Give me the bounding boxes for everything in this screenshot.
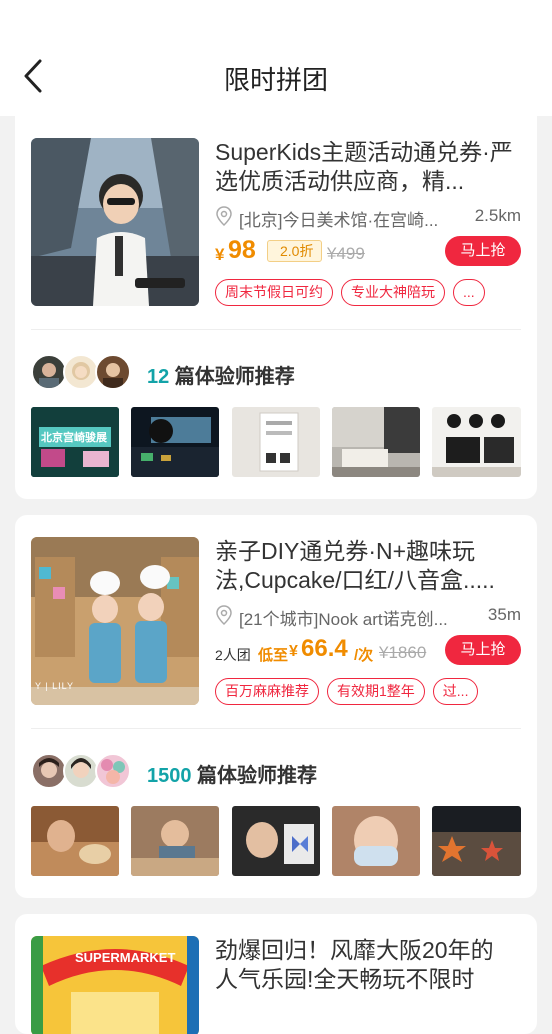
original-price: ¥1860 xyxy=(379,643,427,662)
location-text: [21个城市]Nook art诺克创... xyxy=(239,610,448,629)
review-photo[interactable] xyxy=(332,407,420,477)
avatar xyxy=(95,354,131,390)
review-photo[interactable] xyxy=(31,806,119,876)
location-text: [北京]今日美术馆·在宫崎... xyxy=(239,211,439,230)
recommendation-count: 12 xyxy=(147,366,170,388)
avatar xyxy=(63,753,99,789)
location-row: [21个城市]Nook art诺克创... 35m xyxy=(215,603,521,629)
low-label: 低至 xyxy=(258,647,289,664)
tag: 有效期1整年 xyxy=(327,678,425,705)
distance-text: 2.5km xyxy=(474,206,521,225)
review-photo[interactable] xyxy=(432,806,521,876)
nav-header: 限时拼团 xyxy=(0,0,552,116)
tag: 周末节假日可约 xyxy=(215,279,333,306)
divider xyxy=(31,329,521,330)
photo-strip: 北京宫崎骏展 xyxy=(31,407,521,477)
tag: 专业大神陪玩 xyxy=(341,279,445,306)
avatar-group xyxy=(31,753,135,789)
tag: 过... xyxy=(432,678,479,705)
tag: ... xyxy=(453,279,485,306)
page-title: 限时拼团 xyxy=(223,65,328,95)
recommendation-label: 篇体验师推荐 xyxy=(169,366,295,388)
review-photo[interactable] xyxy=(232,806,320,876)
price-row: ¥ 98 2.0折 ¥499 马上抢 xyxy=(215,236,521,270)
review-photo[interactable] xyxy=(131,407,219,477)
recommendation-text: 12 篇体验师推荐 xyxy=(147,360,295,389)
deal-thumbnail: Y | LILY xyxy=(31,537,199,705)
recommendation-text: 1500 篇体验师推荐 xyxy=(147,759,317,788)
avatar xyxy=(95,753,131,789)
price-value: 66.4 xyxy=(301,635,348,662)
location-pin-icon xyxy=(216,605,232,625)
review-photo[interactable] xyxy=(332,806,420,876)
photo-caption: 北京宫崎骏展 xyxy=(41,432,107,444)
recommendation-count: 1500 xyxy=(147,765,192,787)
buy-now-button[interactable]: 马上抢 xyxy=(445,236,521,266)
divider xyxy=(31,728,521,729)
group-label: 2人团 xyxy=(215,647,251,663)
discount-badge: 2.0折 xyxy=(267,240,323,262)
price-symbol: ¥ xyxy=(215,245,225,264)
review-photo[interactable]: 北京宫崎骏展 xyxy=(31,407,119,477)
tag-list: 百万麻麻推荐 有效期1整年 过... xyxy=(215,678,521,706)
deal-title: 亲子DIY通兑券·N+趣味玩法,Cupcake/口红/八音盒..... xyxy=(215,538,495,593)
deal-title: SuperKids主题活动通兑券·严选优质活动供应商，精... xyxy=(215,139,513,194)
deal-card[interactable]: SuperKids主题活动通兑券·严选优质活动供应商，精... [北京]今日美术… xyxy=(15,116,537,499)
deal-thumbnail xyxy=(31,138,199,306)
review-photo[interactable] xyxy=(432,407,521,477)
avatar xyxy=(31,354,67,390)
price-value: 98 xyxy=(228,236,256,264)
avatar xyxy=(31,753,67,789)
deal-title: 劲爆回归！风靡大阪20年的人气乐园!全天畅玩不限时 xyxy=(215,937,494,992)
avatar xyxy=(63,354,99,390)
deal-card[interactable]: Y | LILY 亲子DIY通兑券·N+趣味玩法,Cupcake/口红/八音盒.… xyxy=(15,515,537,898)
original-price: ¥499 xyxy=(327,244,365,263)
avatar-group xyxy=(31,354,135,390)
recommendation-label: 篇体验师推荐 xyxy=(191,765,318,787)
review-photo[interactable] xyxy=(232,407,320,477)
price-unit: /次 xyxy=(354,647,374,664)
location-row: [北京]今日美术馆·在宫崎... 2.5km xyxy=(215,204,521,230)
deal-thumbnail: SUPERMARKET xyxy=(31,936,199,1034)
tag-list: 周末节假日可约 专业大神陪玩... xyxy=(215,279,521,307)
tag: 百万麻麻推荐 xyxy=(215,678,319,705)
price-row: 2人团 低至 ¥ 66.4 /次 ¥1860 马上抢 xyxy=(215,635,521,669)
price-symbol: ¥ xyxy=(289,643,298,660)
distance-text: 35m xyxy=(487,605,521,624)
location-pin-icon xyxy=(216,206,232,226)
photo-strip xyxy=(31,806,521,876)
deal-card[interactable]: SUPERMARKET 劲爆回归！风靡大阪20年的人气乐园!全天畅玩不限时 xyxy=(15,914,537,1034)
thumbnail-caption: SUPERMARKET xyxy=(75,950,176,965)
thumbnail-caption: Y | LILY xyxy=(35,681,75,691)
buy-now-button[interactable]: 马上抢 xyxy=(445,635,521,665)
review-photo[interactable] xyxy=(131,806,219,876)
